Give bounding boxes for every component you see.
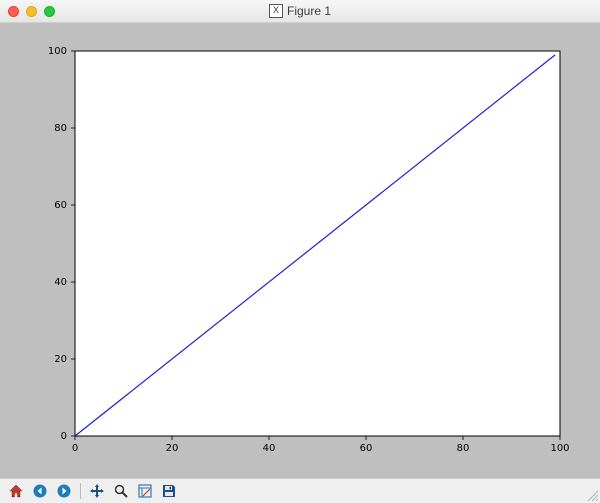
y-tick-label: 100 (48, 46, 67, 57)
y-tick-label: 20 (54, 354, 67, 365)
x-tick-label: 100 (550, 443, 569, 454)
home-button[interactable] (6, 481, 26, 501)
x11-icon: X (269, 4, 283, 18)
figure-window: X Figure 1 0 20 40 60 80 100 0 20 40 60 80 100 (0, 0, 600, 501)
y-tick-label: 60 (54, 200, 67, 211)
pan-button[interactable] (87, 481, 107, 501)
zoom-icon (113, 483, 129, 499)
subplots-button[interactable] (135, 481, 155, 501)
x-tick-label: 20 (166, 443, 179, 454)
x-tick-label: 80 (457, 443, 470, 454)
y-tick-label: 40 (54, 277, 67, 288)
forward-icon (56, 483, 72, 499)
zoom-window-icon[interactable] (44, 6, 55, 17)
y-tick-label: 0 (61, 431, 67, 442)
toolbar-separator (80, 483, 81, 499)
minimize-icon[interactable] (26, 6, 37, 17)
save-icon (161, 483, 177, 499)
x-tick-label: 40 (263, 443, 276, 454)
matplotlib-toolbar (0, 478, 600, 503)
back-icon (32, 483, 48, 499)
plot: 0 20 40 60 80 100 0 20 40 60 80 100 (20, 36, 580, 466)
back-button[interactable] (30, 481, 50, 501)
home-icon (8, 483, 24, 499)
resize-grip-icon[interactable] (586, 489, 598, 501)
forward-button[interactable] (54, 481, 74, 501)
x-tick-label: 0 (72, 443, 78, 454)
pan-icon (89, 483, 105, 499)
zoom-button[interactable] (111, 481, 131, 501)
figure-canvas: 0 20 40 60 80 100 0 20 40 60 80 100 (0, 23, 600, 478)
titlebar: X Figure 1 (0, 0, 600, 23)
subplots-icon (137, 483, 153, 499)
save-button[interactable] (159, 481, 179, 501)
close-icon[interactable] (8, 6, 19, 17)
window-title-text: Figure 1 (287, 4, 331, 18)
x-tick-label: 60 (360, 443, 373, 454)
y-tick-label: 80 (54, 123, 67, 134)
window-title: X Figure 1 (0, 4, 600, 18)
